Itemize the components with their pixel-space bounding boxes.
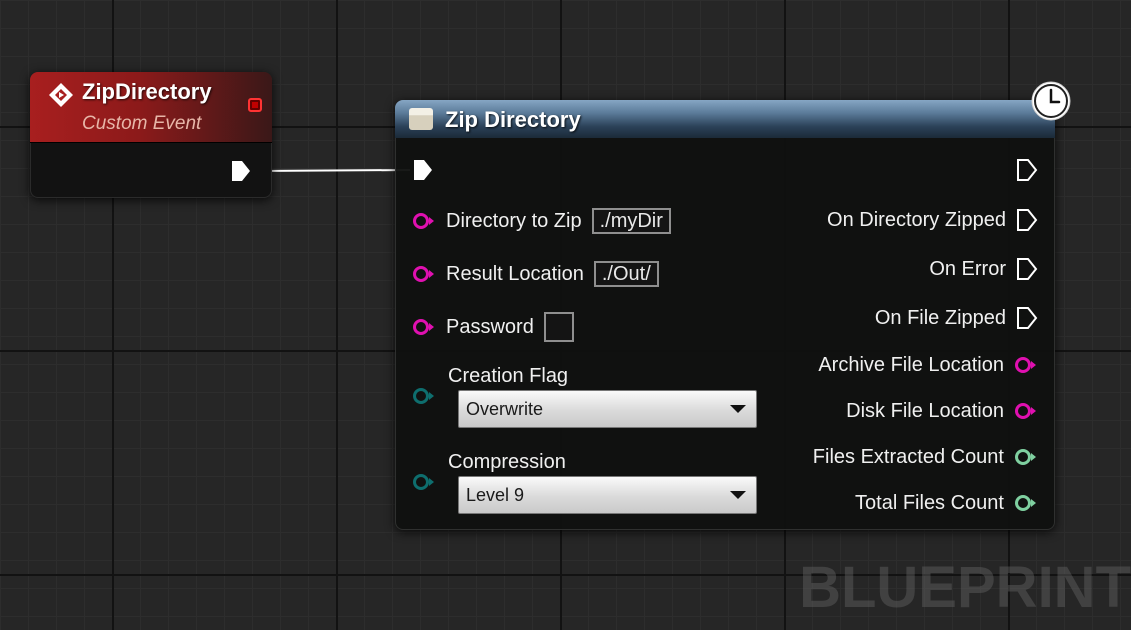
byte-pin-icon[interactable] [412,473,436,491]
function-node-icon [409,108,433,130]
byte-pin-icon[interactable] [412,387,436,405]
exec-input-pin[interactable] [412,158,434,182]
integer-pin-icon[interactable] [1014,448,1038,466]
exec-output-pin[interactable] [1016,208,1038,232]
string-pin-icon[interactable] [412,318,436,336]
blueprint-watermark: BLUEPRINT [799,555,1131,620]
delegate-output-pin[interactable] [248,98,262,112]
compression-label: Compression [448,451,566,473]
exec-input-row[interactable] [412,155,434,185]
exec-output-pin[interactable] [1016,306,1038,330]
disk-file-location-row[interactable]: Disk File Location [846,396,1038,426]
integer-pin-icon[interactable] [1014,494,1038,512]
total-files-count-row[interactable]: Total Files Count [855,488,1038,518]
password-input[interactable] [543,312,574,342]
result-location-row[interactable]: Result Location ./Out/ [412,259,659,289]
archive-file-location-label: Archive File Location [818,353,1004,376]
creation-flag-value: Overwrite [466,399,544,419]
total-files-count-label: Total Files Count [855,491,1004,514]
exec-then-pin[interactable] [1016,158,1038,182]
directory-to-zip-label: Directory to Zip [446,209,582,232]
on-directory-zipped-label: On Directory Zipped [827,208,1006,231]
exec-output-pin[interactable] [230,159,252,183]
on-error-label: On Error [929,257,1006,280]
password-label: Password [446,315,534,338]
event-diamond-icon [49,83,73,107]
disk-file-location-label: Disk File Location [846,399,1004,422]
string-pin-icon[interactable] [1014,356,1038,374]
on-file-zipped-label: On File Zipped [874,306,1006,329]
custom-event-node[interactable]: ZipDirectory Custom Event [30,72,272,198]
files-extracted-count-label: Files Extracted Count [812,445,1004,468]
clock-icon [1031,81,1071,121]
event-node-subtitle: Custom Event [82,113,202,134]
function-node-title: Zip Directory [445,107,581,132]
exec-output-pin[interactable] [1016,257,1038,281]
archive-file-location-row[interactable]: Archive File Location [818,350,1038,380]
chevron-down-icon [730,405,746,413]
compression-value: Level 9 [466,485,525,505]
string-pin-icon[interactable] [1014,402,1038,420]
event-node-title: ZipDirectory [82,79,212,104]
files-extracted-count-row[interactable]: Files Extracted Count [813,442,1038,472]
blueprint-graph[interactable]: ZipDirectory Custom Event Zip Directory [0,0,1131,630]
zip-directory-node[interactable]: Zip Directory Directory to Zip ./myDir R… [395,100,1055,530]
string-pin-icon[interactable] [412,265,436,283]
function-node-header[interactable]: Zip Directory [395,100,1055,138]
on-directory-zipped-row[interactable]: On Directory Zipped [827,205,1038,235]
result-location-label: Result Location [446,262,584,285]
chevron-down-icon [730,491,746,499]
on-error-row[interactable]: On Error [929,254,1038,284]
password-row[interactable]: Password [412,312,574,342]
string-pin-icon[interactable] [412,212,436,230]
exec-then-row[interactable] [1016,155,1038,185]
compression-dropdown[interactable]: Level 9 [458,476,757,514]
creation-flag-dropdown[interactable]: Overwrite [458,390,757,428]
result-location-input[interactable]: ./Out/ [593,261,659,287]
directory-to-zip-row[interactable]: Directory to Zip ./myDir [412,206,671,236]
creation-flag-label: Creation Flag [448,365,569,387]
on-file-zipped-row[interactable]: On File Zipped [875,303,1038,333]
directory-to-zip-input[interactable]: ./myDir [591,208,671,234]
event-node-header[interactable]: ZipDirectory Custom Event [30,72,272,143]
